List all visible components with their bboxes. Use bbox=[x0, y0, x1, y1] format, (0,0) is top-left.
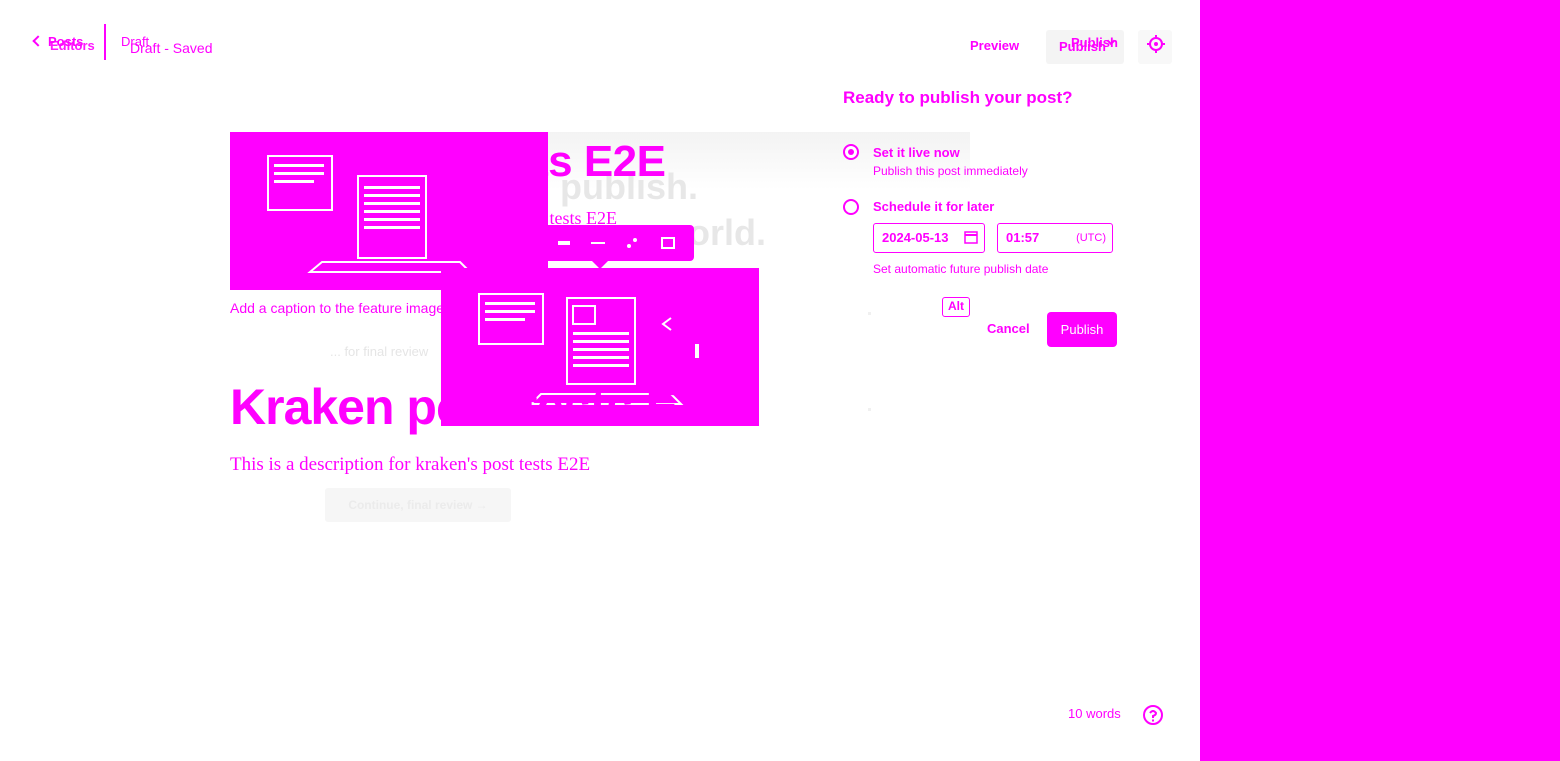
schedule-time-field[interactable]: 01:57 (UTC) bbox=[997, 223, 1113, 253]
status-saved: Draft - Saved bbox=[130, 40, 213, 56]
radio-schedule-later[interactable] bbox=[843, 199, 859, 215]
settings-button[interactable] bbox=[1138, 30, 1172, 64]
topbar-right: Preview Publish Publish bbox=[960, 30, 1190, 64]
date-value: 2024-05-13 bbox=[882, 230, 949, 245]
gear-icon bbox=[1147, 35, 1165, 53]
align-full-icon[interactable] bbox=[590, 235, 606, 251]
preview-button[interactable]: Preview bbox=[970, 38, 1019, 53]
alt-text-chip[interactable]: Alt bbox=[942, 297, 970, 317]
ghost-title: sts E2E bbox=[510, 137, 666, 186]
topbar-divider bbox=[104, 24, 106, 60]
align-wide-icon[interactable] bbox=[556, 235, 572, 251]
right-side-panel bbox=[1200, 0, 1560, 761]
help-icon[interactable] bbox=[1142, 704, 1164, 726]
timezone-label: (UTC) bbox=[1076, 232, 1106, 244]
calendar-icon bbox=[964, 231, 978, 244]
replace-image-icon[interactable] bbox=[660, 235, 676, 251]
chevron-left-icon bbox=[32, 35, 44, 47]
image-illustration-icon bbox=[267, 155, 473, 273]
radio-publish-now[interactable] bbox=[843, 144, 859, 160]
schedule-help: Set automatic future publish date bbox=[873, 262, 1049, 276]
feature-image[interactable] bbox=[230, 132, 548, 290]
continue-final-review-button[interactable]: Continue, final review → bbox=[325, 488, 511, 522]
post-title[interactable]: Kraken post tests E2E bbox=[230, 378, 738, 436]
image-toolbar bbox=[522, 225, 694, 269]
publish-confirm-button[interactable]: Publish bbox=[1047, 312, 1117, 347]
back-label-overlay: Editors bbox=[50, 38, 95, 53]
word-count: 10 words bbox=[1068, 706, 1121, 721]
option-now-label: Set it live now bbox=[873, 145, 960, 160]
time-value: 01:57 bbox=[1006, 230, 1040, 245]
schedule-date-field[interactable]: 2024-05-13 bbox=[873, 223, 985, 253]
publish-menu-button[interactable]: Publish Publish bbox=[1046, 30, 1124, 64]
post-excerpt[interactable]: This is a description for kraken's post … bbox=[230, 454, 590, 476]
publish-popover-title: Ready to publish your post? bbox=[843, 88, 1073, 107]
topbar-left: Posts Editors Draft Draft - Saved bbox=[32, 24, 234, 66]
cancel-button[interactable]: Cancel bbox=[987, 321, 1030, 336]
link-icon[interactable] bbox=[624, 235, 640, 251]
faint-helper-text: ... for final review bbox=[330, 344, 429, 359]
option-now-help: Publish this post immediately bbox=[873, 164, 1028, 178]
option-schedule-label: Schedule it for later bbox=[873, 199, 995, 214]
decorative-dot bbox=[868, 408, 871, 411]
caption-input[interactable]: Add a caption to the feature image bbox=[230, 300, 444, 316]
editor-screen: Posts Editors Draft Draft - Saved Previe… bbox=[0, 0, 1560, 761]
decorative-dot bbox=[868, 312, 871, 315]
